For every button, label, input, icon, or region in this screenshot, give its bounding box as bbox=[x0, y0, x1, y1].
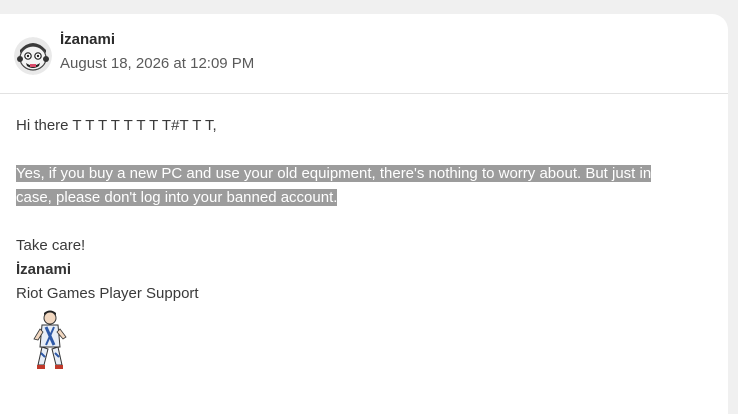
mascot-icon bbox=[30, 309, 70, 373]
highlighted-text-line-2: case, please don't log into your banned … bbox=[16, 189, 338, 206]
message-header: İzanami August 18, 2026 at 12:09 PM bbox=[0, 14, 728, 94]
greeting-text: Hi there T T T T T T T T#T T T, bbox=[16, 117, 217, 134]
signature-team: Riot Games Player Support bbox=[16, 285, 199, 302]
avatar-icon[interactable] bbox=[14, 37, 52, 75]
highlighted-text-line-1: Yes, if you buy a new PC and use your ol… bbox=[16, 165, 652, 182]
highlighted-paragraph: Yes, if you buy a new PC and use your ol… bbox=[16, 162, 716, 210]
signature-name: İzanami bbox=[16, 261, 72, 278]
message-body: Hi there T T T T T T T T#T T T, Yes, if … bbox=[16, 114, 716, 306]
closing-text: Take care! bbox=[16, 237, 86, 254]
post-timestamp: August 18, 2026 at 12:09 PM bbox=[60, 55, 255, 72]
message-card: İzanami August 18, 2026 at 12:09 PM Hi t… bbox=[0, 14, 728, 414]
author-name[interactable]: İzanami bbox=[60, 31, 115, 48]
